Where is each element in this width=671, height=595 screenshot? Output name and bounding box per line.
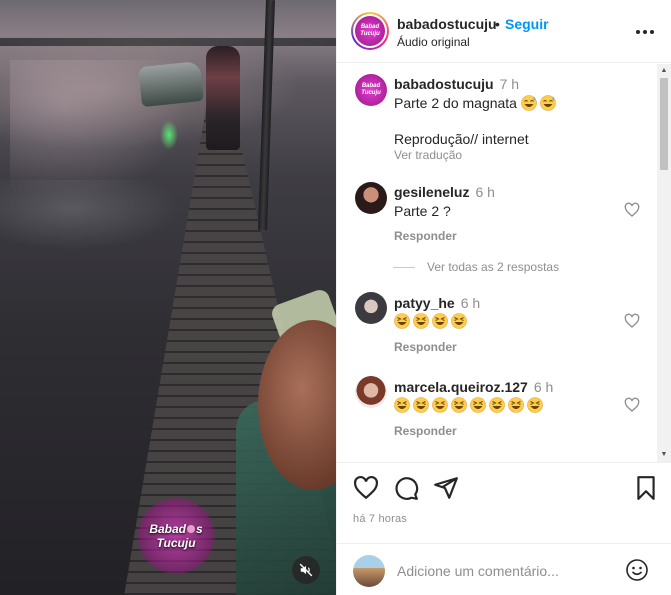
scroll-up-arrow-icon[interactable]: ▲ — [660, 66, 668, 74]
reel-viewer: Babad s Tucuju Babad Tucuju babadostucuj… — [0, 0, 671, 595]
grinning-squinting-face-icon — [508, 397, 524, 413]
comment-text: Parte 2 ? — [394, 203, 451, 219]
bookmark-icon[interactable] — [633, 475, 659, 501]
heart-icon[interactable] — [353, 475, 379, 501]
comment-username[interactable]: marcela.queiroz.127 6 h — [394, 379, 553, 395]
grinning-squinting-face-icon — [451, 397, 467, 413]
grinning-squinting-face-icon — [470, 397, 486, 413]
watermark-text-1b: s — [196, 522, 203, 536]
comment-emojis — [394, 313, 470, 329]
translate-link[interactable]: Ver tradução — [394, 148, 462, 162]
heart-icon[interactable] — [624, 397, 640, 413]
grinning-squinting-face-icon — [432, 397, 448, 413]
audio-label[interactable]: Áudio original — [397, 35, 470, 49]
grinning-squinting-face-icon — [489, 397, 505, 413]
action-bar — [337, 462, 671, 510]
grinning-squinting-face-icon — [432, 313, 448, 329]
heart-icon[interactable] — [624, 202, 640, 218]
grinning-squinting-face-icon — [394, 397, 410, 413]
avatar[interactable] — [353, 555, 385, 587]
comment-emojis — [394, 397, 546, 413]
caption-time[interactable]: 7 h — [500, 76, 519, 92]
author-username[interactable]: babadostucuju — [397, 16, 497, 32]
heart-icon[interactable] — [624, 313, 640, 329]
comment-avatar[interactable] — [355, 182, 387, 214]
scroll-thumb[interactable] — [660, 78, 668, 170]
caption-username[interactable]: babadostucuju 7 h — [394, 76, 519, 92]
speaker-muted-icon — [299, 563, 313, 577]
paper-plane-icon[interactable] — [433, 475, 459, 501]
header-separator: • — [495, 16, 500, 32]
comment-text — [394, 397, 546, 413]
grinning-squinting-face-icon — [413, 397, 429, 413]
caption-text: Parte 2 do magnata — [394, 95, 559, 111]
comment-composer — [337, 543, 671, 595]
post-timestamp[interactable]: há 7 horas — [353, 513, 407, 525]
comment-text — [394, 313, 470, 329]
grinning-squinting-face-icon — [394, 313, 410, 329]
grinning-sweat-face-icon — [540, 95, 556, 111]
comment-username[interactable]: patyy_he 6 h — [394, 295, 480, 311]
comments-list[interactable]: Babad Tucuju babadostucuju 7 h Parte 2 do… — [337, 64, 671, 462]
grinning-squinting-face-icon — [413, 313, 429, 329]
view-replies-button[interactable]: Ver todas as 2 respostas — [393, 260, 559, 274]
caption-source: Reprodução// internet — [394, 131, 529, 147]
author-avatar[interactable]: Babad Tucuju — [351, 12, 389, 50]
comment-avatar[interactable] — [355, 292, 387, 324]
video-watermark-logo: Babad s Tucuju — [136, 498, 216, 574]
video-person — [206, 46, 240, 150]
reel-video[interactable]: Babad s Tucuju — [0, 0, 336, 595]
comment-avatar[interactable] — [355, 376, 387, 408]
smiley-icon[interactable] — [625, 558, 649, 582]
comment-username[interactable]: gesileneluz 6 h — [394, 184, 495, 200]
caption-avatar[interactable]: Babad Tucuju — [355, 74, 387, 106]
reply-button[interactable]: Responder — [394, 424, 457, 438]
comment-input[interactable] — [397, 557, 617, 585]
comment-bubble-icon[interactable] — [393, 475, 419, 501]
scroll-down-arrow-icon[interactable]: ▼ — [660, 450, 668, 458]
more-options-button[interactable] — [633, 20, 657, 44]
follow-button[interactable]: Seguir — [505, 16, 549, 32]
watermark-text-1: Babad — [149, 522, 186, 536]
caption-emojis — [521, 95, 559, 111]
watermark-text-2: Tucuju — [156, 536, 196, 550]
mute-button[interactable] — [292, 556, 320, 584]
more-horizontal-icon — [636, 30, 654, 34]
comments-scrollbar[interactable]: ▲ ▼ — [657, 64, 671, 462]
video-boat — [138, 60, 204, 108]
post-header: Babad Tucuju babadostucuju • Seguir Áudi… — [337, 0, 671, 63]
grinning-squinting-face-icon — [451, 313, 467, 329]
reply-button[interactable]: Responder — [394, 229, 457, 243]
grinning-squinting-face-icon — [527, 397, 543, 413]
post-details-panel: Babad Tucuju babadostucuju • Seguir Áudi… — [336, 0, 671, 595]
brand-logo: Babad Tucuju — [355, 16, 385, 46]
reply-button[interactable]: Responder — [394, 340, 457, 354]
grinning-sweat-face-icon — [521, 95, 537, 111]
